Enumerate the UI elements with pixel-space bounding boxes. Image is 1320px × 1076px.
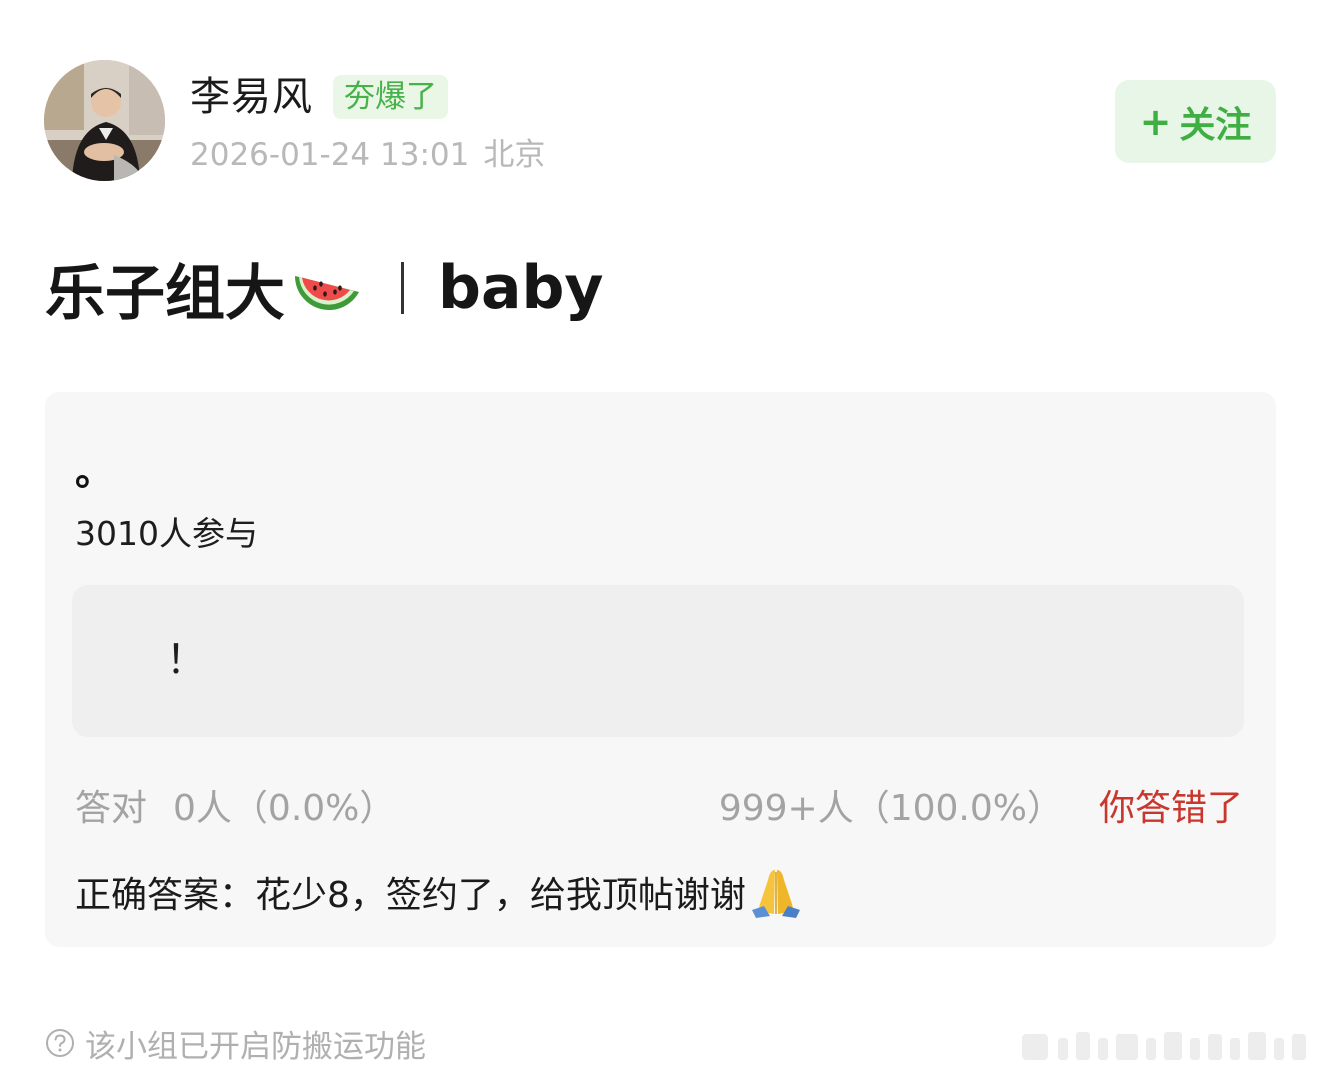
correct-stats: 答对 0人（0.0%） xyxy=(75,785,395,833)
correct-label: 答对 xyxy=(75,788,148,829)
anti-repost-note: 该小组已开启防搬运功能 xyxy=(45,1022,426,1065)
follow-label: 关注 xyxy=(1179,104,1252,146)
user-badge: 夯爆了 xyxy=(333,75,448,119)
avatar[interactable] xyxy=(44,60,165,181)
wrong-count: 999+人（100.0%） xyxy=(718,788,1063,829)
wrong-stats: 999+人（100.0%） 你答错了 xyxy=(719,785,1243,833)
quiz-question: 。 xyxy=(75,450,114,494)
correct-count: 0人（0.0%） xyxy=(173,788,396,829)
correct-answer-text: 正确答案：花少8，签约了，给我顶帖谢谢 xyxy=(75,875,746,916)
post-location: 北京 xyxy=(483,137,546,173)
wrong-answer-label: 你答错了 xyxy=(1098,788,1243,829)
anti-repost-text: 该小组已开启防搬运功能 xyxy=(85,1028,426,1065)
participant-count: 3010人参与 xyxy=(75,514,258,553)
plus-icon: + xyxy=(1139,99,1172,144)
correct-answer: 正确答案：花少8，签约了，给我顶帖谢谢 xyxy=(75,864,804,920)
quiz-option[interactable]: ！ xyxy=(72,585,1244,737)
follow-button[interactable]: + 关注 xyxy=(1115,80,1276,163)
quiz-card: 。 3010人参与 ！ 答对 0人（0.0%） 999+人（100.0%） 你答错了… xyxy=(45,392,1276,947)
watermelon-icon xyxy=(291,258,363,318)
post-title-text: 乐子组大 xyxy=(45,258,285,329)
question-circle-icon[interactable] xyxy=(45,1028,75,1058)
post-title: 乐子组大 baby xyxy=(45,248,604,329)
post-meta: 2026-01-24 13:01 北京 xyxy=(190,134,545,176)
username[interactable]: 李易风 xyxy=(190,70,313,124)
post-title-suffix: baby xyxy=(438,253,604,323)
title-divider xyxy=(401,262,404,314)
watermark-graphic xyxy=(1018,1024,1310,1064)
folded-hands-icon xyxy=(748,864,804,920)
post-date: 2026-01-24 13:01 xyxy=(190,137,470,173)
avatar-image xyxy=(44,60,165,181)
quiz-option-label: ！ xyxy=(166,637,206,683)
